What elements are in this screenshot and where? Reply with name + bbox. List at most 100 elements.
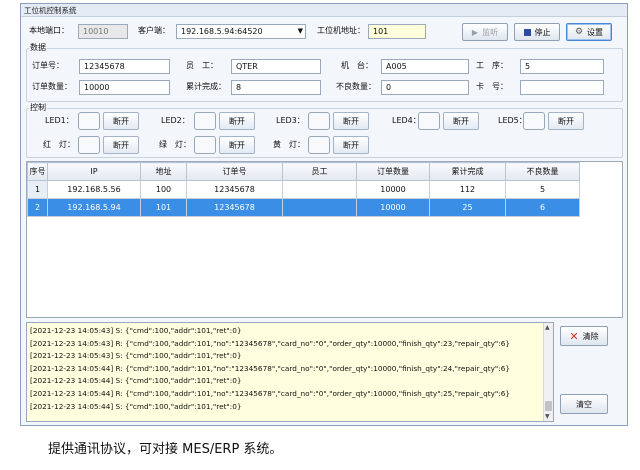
- log-line: [2021-12-23 14:05:43] S: {"cmd":100,"add…: [30, 351, 242, 361]
- listen-button[interactable]: ▶ 监听: [462, 23, 508, 41]
- green-lamp-label: 绿 灯：: [159, 140, 191, 149]
- led1-label: LED1：: [45, 116, 74, 125]
- local-port-input[interactable]: 10010: [78, 24, 128, 39]
- cell-finish-qty: 25: [429, 198, 506, 217]
- empty-button[interactable]: 清空: [560, 394, 608, 414]
- cell-address: 100: [140, 180, 187, 199]
- log-scrollbar[interactable]: ▲ ▼: [543, 323, 553, 421]
- table-row-selected[interactable]: 2 192.168.5.94 101 12345678 10000 25 6: [27, 198, 580, 217]
- log-line: [2021-12-23 14:05:44] S: {"cmd":100,"add…: [30, 376, 242, 386]
- led4-indicator: [418, 112, 440, 130]
- table-row[interactable]: 1 192.168.5.56 100 12345678 10000 112 5: [27, 180, 580, 199]
- data-group-title: 数据: [29, 43, 47, 53]
- settings-button[interactable]: ⚙ 设置: [566, 23, 612, 41]
- red-lamp-indicator: [78, 136, 100, 154]
- cell-order-qty: 10000: [356, 180, 430, 199]
- staff-label: 员 工：: [186, 61, 218, 70]
- cell-finish-qty: 112: [429, 180, 506, 199]
- client-select-value: 192.168.5.94:64520: [181, 27, 263, 36]
- log-line: [2021-12-23 14:05:44] R: {"cmd":100,"add…: [30, 363, 511, 373]
- finish-qty-input[interactable]: 8: [231, 80, 321, 95]
- led5-toggle-button[interactable]: 断开: [548, 112, 584, 130]
- led3-toggle-button[interactable]: 断开: [333, 112, 369, 130]
- column-header-order-qty[interactable]: 订单数量: [356, 162, 430, 181]
- log-line: [2021-12-23 14:05:44] R: {"cmd":100,"add…: [30, 388, 511, 398]
- red-lamp-toggle-button[interactable]: 断开: [103, 136, 139, 154]
- settings-icon: ⚙: [574, 27, 584, 37]
- column-header-address[interactable]: 地址: [140, 162, 187, 181]
- staff-input[interactable]: QTER: [231, 59, 321, 74]
- log-line: [2021-12-23 14:05:43] S: {"cmd":100,"add…: [30, 326, 242, 335]
- window-title: 工位机控制系统: [21, 4, 627, 17]
- defect-qty-label: 不良数量：: [336, 82, 376, 91]
- client-label: 客户端：: [138, 26, 170, 35]
- green-lamp-indicator: [194, 136, 216, 154]
- defect-qty-input[interactable]: 0: [381, 80, 469, 95]
- column-header-ip[interactable]: IP: [47, 162, 141, 181]
- led2-label: LED2：: [161, 116, 190, 125]
- chevron-down-icon: ▼: [297, 27, 303, 35]
- led5-indicator: [523, 112, 545, 130]
- log-line: [2021-12-23 14:05:43] R: {"cmd":100,"add…: [30, 338, 511, 348]
- column-header-index[interactable]: 序号: [27, 162, 48, 181]
- device-table: 序号 IP 地址 订单号 员工 订单数量 累计完成 不良数量 1 192.168…: [27, 162, 580, 217]
- card-no-input[interactable]: [520, 80, 604, 95]
- settings-button-label: 设置: [587, 27, 604, 37]
- close-icon: ✕: [569, 329, 579, 343]
- table-header-row: 序号 IP 地址 订单号 员工 订单数量 累计完成 不良数量: [27, 162, 580, 181]
- led4-label: LED4：: [392, 116, 421, 125]
- card-no-label: 卡 号：: [476, 82, 508, 91]
- cell-order-qty: 10000: [356, 198, 430, 217]
- cell-index: 1: [27, 180, 48, 199]
- column-header-staff[interactable]: 员工: [282, 162, 357, 181]
- led3-label: LED3：: [276, 116, 305, 125]
- led4-toggle-button[interactable]: 断开: [443, 112, 479, 130]
- cell-staff: [282, 180, 357, 199]
- green-lamp-toggle-button[interactable]: 断开: [219, 136, 255, 154]
- cell-ip: 192.168.5.56: [47, 180, 141, 199]
- machine-input[interactable]: A005: [381, 59, 469, 74]
- yellow-lamp-toggle-button[interactable]: 断开: [333, 136, 369, 154]
- stop-button-label: 停止: [534, 27, 551, 37]
- yellow-lamp-label: 黄 灯：: [273, 140, 305, 149]
- column-header-finish-qty[interactable]: 累计完成: [429, 162, 506, 181]
- led2-toggle-button[interactable]: 断开: [219, 112, 255, 130]
- stop-button[interactable]: 停止: [514, 23, 560, 41]
- listen-button-label: 监听: [482, 27, 499, 37]
- play-icon: ▶: [471, 27, 479, 37]
- station-address-input[interactable]: 101: [368, 24, 426, 39]
- order-no-input[interactable]: 12345678: [79, 59, 170, 74]
- led1-toggle-button[interactable]: 断开: [103, 112, 139, 130]
- cell-address: 101: [140, 198, 187, 217]
- finish-qty-label: 累计完成：: [186, 82, 226, 91]
- process-label: 工 序：: [476, 61, 508, 70]
- cell-defect-qty: 6: [505, 198, 580, 217]
- cell-staff: [282, 198, 357, 217]
- cell-ip: 192.168.5.94: [47, 198, 141, 217]
- yellow-lamp-indicator: [308, 136, 330, 154]
- control-group-title: 控制: [29, 103, 47, 113]
- column-header-defect-qty[interactable]: 不良数量: [505, 162, 580, 181]
- clear-button[interactable]: ✕ 清除: [560, 326, 608, 346]
- process-input[interactable]: 5: [520, 59, 604, 74]
- client-select[interactable]: 192.168.5.94:64520 ▼: [176, 24, 306, 39]
- caption-text: 提供通讯协议，可对接 MES/ERP 系统。: [48, 442, 283, 457]
- station-address-label: 工位机地址：: [317, 26, 365, 35]
- column-header-order-no[interactable]: 订单号: [186, 162, 283, 181]
- scroll-down-icon[interactable]: ▼: [545, 413, 550, 420]
- order-qty-input[interactable]: 10000: [79, 80, 170, 95]
- device-table-container: 序号 IP 地址 订单号 员工 订单数量 累计完成 不良数量 1 192.168…: [26, 161, 623, 318]
- local-port-label: 本地端口：: [29, 26, 69, 35]
- machine-label: 机 台：: [341, 61, 373, 70]
- order-no-label: 订单号：: [32, 61, 64, 70]
- log-textarea[interactable]: [2021-12-23 14:05:43] S: {"cmd":100,"add…: [26, 322, 554, 422]
- scroll-thumb[interactable]: [545, 401, 552, 411]
- stop-icon: [523, 28, 531, 36]
- led1-indicator: [78, 112, 100, 130]
- cell-defect-qty: 5: [505, 180, 580, 199]
- order-qty-label: 订单数量：: [32, 82, 72, 91]
- red-lamp-label: 红 灯：: [43, 140, 75, 149]
- led3-indicator: [308, 112, 330, 130]
- scroll-up-icon[interactable]: ▲: [545, 324, 550, 331]
- led2-indicator: [194, 112, 216, 130]
